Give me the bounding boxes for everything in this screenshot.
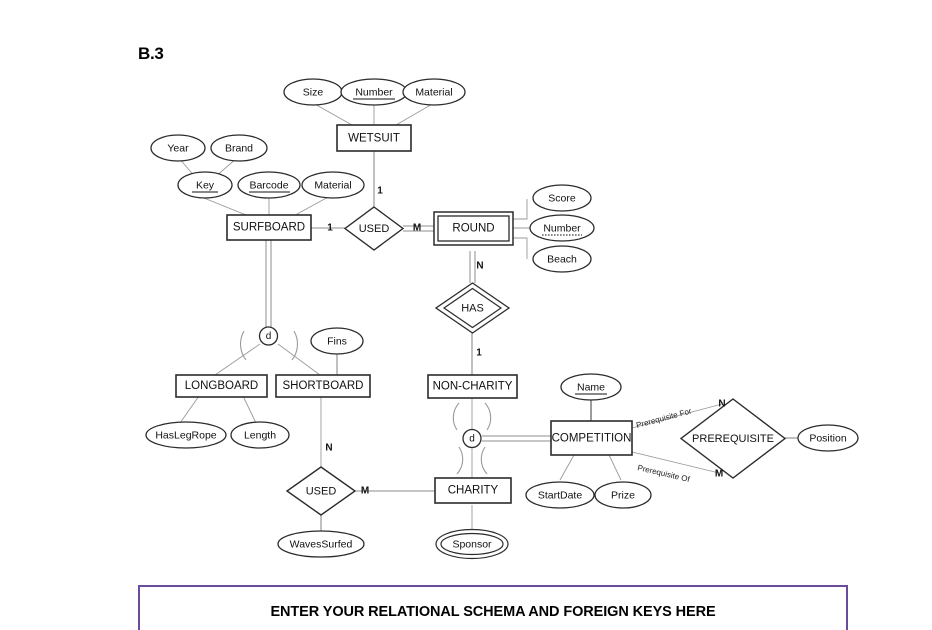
attribute-label: Sponsor — [452, 538, 492, 550]
entity-label: COMPETITION — [552, 433, 632, 445]
attribute-label: Prize — [611, 489, 635, 501]
attribute-label: Key — [196, 179, 215, 191]
entity-competition: COMPETITION — [550, 420, 633, 456]
attribute-sponsor: Sponsor — [435, 528, 509, 560]
attribute-number-round: Number — [529, 214, 595, 242]
entity-wetsuit: WETSUIT — [336, 124, 412, 152]
entity-non-charity: NON-CHARITY — [427, 374, 518, 399]
attribute-key: Key — [177, 171, 233, 199]
attribute-label: Size — [303, 86, 324, 98]
relationship-label: PREREQUISITE — [692, 433, 774, 445]
cardinality-used-charity: M — [361, 486, 369, 497]
entity-label: CHARITY — [448, 485, 499, 497]
entity-label: WETSUIT — [348, 133, 400, 145]
attribute-name: Name — [560, 373, 622, 401]
entity-label: SHORTBOARD — [283, 380, 364, 392]
relationship-label: USED — [359, 223, 390, 235]
attribute-label: Brand — [225, 142, 253, 154]
entity-label: LONGBOARD — [185, 380, 259, 392]
attribute-label: HasLegRope — [155, 429, 216, 441]
entity-longboard: LONGBOARD — [175, 374, 268, 398]
attribute-label: Length — [244, 429, 276, 441]
attribute-startdate: StartDate — [525, 481, 595, 509]
role-label-prerequisite-for: Prerequisite For — [635, 406, 693, 430]
attribute-position: Position — [797, 424, 859, 452]
attribute-label: Barcode — [249, 179, 288, 191]
entity-label: SURFBOARD — [233, 222, 305, 234]
entity-surfboard: SURFBOARD — [226, 214, 312, 241]
attribute-label: Score — [548, 192, 576, 204]
attribute-year: Year — [150, 134, 206, 162]
entity-shortboard: SHORTBOARD — [275, 374, 371, 398]
attribute-barcode: Barcode — [237, 171, 301, 199]
cardinality-wetsuit-used: 1 — [377, 186, 383, 197]
disjoint-symbol: d — [266, 331, 272, 342]
cardinality-surfboard-used: 1 — [327, 223, 333, 234]
attribute-length: Length — [230, 421, 290, 449]
attribute-label: Material — [415, 86, 452, 98]
attribute-wavessurfed: WavesSurfed — [277, 530, 365, 558]
attribute-label: Number — [355, 86, 393, 98]
specialization-circle-surfboard: d — [258, 326, 279, 346]
attribute-label: Beach — [547, 253, 577, 265]
answer-prompt-text: ENTER YOUR RELATIONAL SCHEMA AND FOREIGN… — [270, 604, 716, 620]
role-label-prerequisite-of: Prerequisite Of — [637, 463, 692, 484]
relationship-used-shortboard-charity: USED — [285, 466, 357, 516]
attribute-label: Year — [167, 142, 189, 154]
attribute-label: Number — [543, 222, 581, 234]
specialization-circle-competition: d — [462, 428, 482, 449]
cardinality-has-noncharity: 1 — [476, 348, 482, 359]
cardinality-prerequisite-n: N — [718, 399, 725, 410]
er-diagram: Size Number Material Year Brand Key Barc… — [145, 78, 859, 560]
relationship-label: USED — [306, 485, 337, 497]
attribute-fins: Fins — [310, 327, 364, 355]
cardinality-round-has: N — [476, 261, 483, 272]
entity-charity: CHARITY — [434, 477, 512, 504]
relationship-label: HAS — [461, 302, 484, 314]
entity-label: NON-CHARITY — [433, 381, 513, 393]
attribute-label: Material — [314, 179, 351, 191]
attribute-label: Position — [809, 432, 847, 444]
attribute-label: Name — [577, 381, 605, 393]
cardinality-used-round: M — [413, 223, 421, 234]
attribute-material-surfboard: Material — [301, 171, 365, 199]
relationship-has: HAS — [434, 282, 511, 334]
disjoint-symbol: d — [469, 434, 475, 445]
answer-input-box[interactable]: ENTER YOUR RELATIONAL SCHEMA AND FOREIGN… — [138, 585, 848, 630]
specialization-arcs — [240, 330, 492, 475]
attribute-number-wetsuit: Number — [340, 78, 408, 106]
cardinality-shortboard-used: N — [325, 443, 332, 454]
attribute-score: Score — [532, 184, 592, 212]
entity-label: ROUND — [452, 223, 494, 235]
entity-round: ROUND — [433, 211, 514, 246]
attribute-label: StartDate — [538, 489, 583, 501]
attribute-label: WavesSurfed — [290, 538, 353, 550]
attribute-material-wetsuit: Material — [402, 78, 466, 106]
attribute-label: Fins — [327, 335, 347, 347]
attribute-prize: Prize — [594, 481, 652, 509]
attribute-brand: Brand — [210, 134, 268, 162]
attribute-haslegrope: HasLegRope — [145, 421, 227, 449]
attribute-size: Size — [283, 78, 343, 106]
cardinality-prerequisite-m: M — [715, 469, 723, 480]
relationship-used-surfboard-wetsuit: USED — [343, 206, 405, 251]
attribute-beach: Beach — [532, 245, 592, 273]
